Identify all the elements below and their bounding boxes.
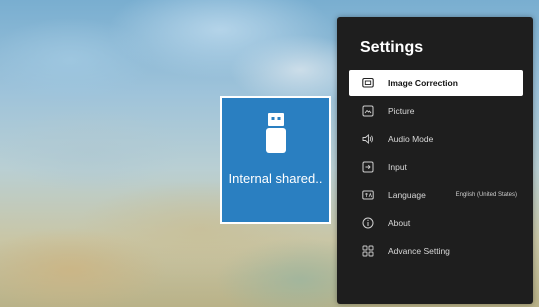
menu-item-about[interactable]: About xyxy=(349,210,523,236)
grid-icon xyxy=(362,245,374,257)
speaker-icon xyxy=(362,133,374,145)
picture-icon xyxy=(362,105,374,117)
source-card-internal-storage[interactable]: Internal shared.. xyxy=(220,96,331,224)
settings-title: Settings xyxy=(360,39,424,56)
menu-item-label: Audio Mode xyxy=(388,134,434,144)
language-value: English (United States) xyxy=(455,192,517,198)
image-correction-icon xyxy=(362,77,374,89)
menu-item-label: About xyxy=(388,218,411,228)
input-icon xyxy=(362,161,374,173)
settings-panel: Settings Image Correction Picture Audio … xyxy=(337,17,533,304)
usb-drive-icon xyxy=(265,112,287,154)
projector-home-screen: Internal shared.. Settings Image Correct… xyxy=(0,0,539,307)
menu-item-advance-setting[interactable]: Advance Setting xyxy=(349,238,523,264)
menu-item-label: Advance Setting xyxy=(388,246,450,256)
menu-item-image-correction[interactable]: Image Correction xyxy=(349,70,523,96)
menu-item-label: Language xyxy=(388,190,426,200)
language-icon xyxy=(362,189,374,201)
menu-item-input[interactable]: Input xyxy=(349,154,523,180)
menu-item-language[interactable]: Language English (United States) xyxy=(349,182,523,208)
menu-item-audio-mode[interactable]: Audio Mode xyxy=(349,126,523,152)
info-icon xyxy=(362,217,374,229)
menu-item-picture[interactable]: Picture xyxy=(349,98,523,124)
menu-item-label: Input xyxy=(388,162,407,172)
menu-item-label: Image Correction xyxy=(388,78,458,88)
menu-item-label: Picture xyxy=(388,106,415,116)
source-card-label: Internal shared.. xyxy=(228,171,323,186)
